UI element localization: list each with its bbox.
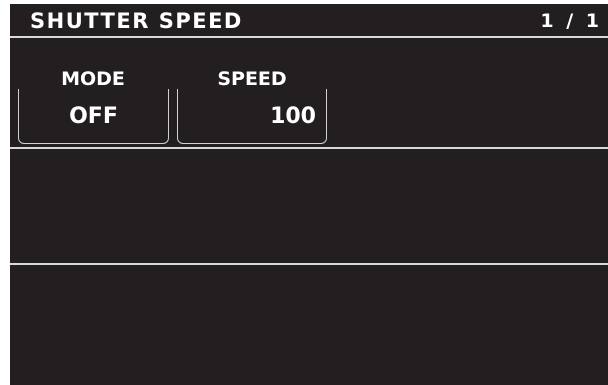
speed-label: SPEED [217,68,287,90]
mode-value-field[interactable]: OFF [18,89,169,144]
row-divider [10,263,608,265]
speed-value-field[interactable]: 100 [177,89,327,144]
header-divider [10,36,608,38]
row-divider [10,147,608,149]
page-indicator: 1 / 1 [540,10,602,32]
mode-label: MODE [61,68,125,90]
menu-title: SHUTTER SPEED [30,9,243,33]
menu-screen: SHUTTER SPEED 1 / 1 MODE OFF SPEED 100 [10,4,608,385]
